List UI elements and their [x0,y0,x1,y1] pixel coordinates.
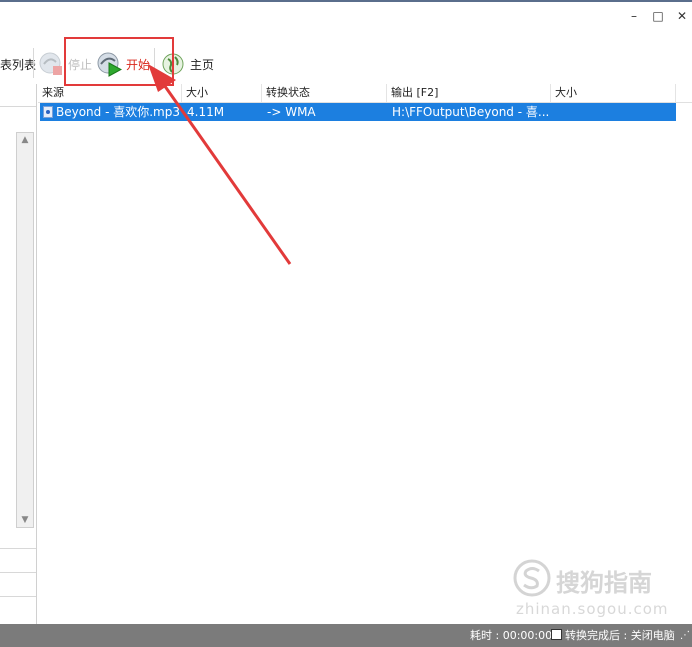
elapsed-time: 耗时 : 00:00:00 [470,629,553,642]
status-bar: 耗时 : 00:00:00 转换完成后 : 关闭电脑 ⋰ [0,624,692,647]
resize-grip-icon[interactable]: ⋰ [680,624,690,647]
watermark-brand: 搜狗指南 [556,569,652,597]
watermark-url: zhinan.sogou.com [516,600,669,618]
sogou-logo-icon [512,558,552,598]
shutdown-checkbox[interactable] [551,629,562,640]
after-done-label: 转换完成后 : 关闭电脑 [565,629,675,642]
annotation-arrow [148,64,292,265]
